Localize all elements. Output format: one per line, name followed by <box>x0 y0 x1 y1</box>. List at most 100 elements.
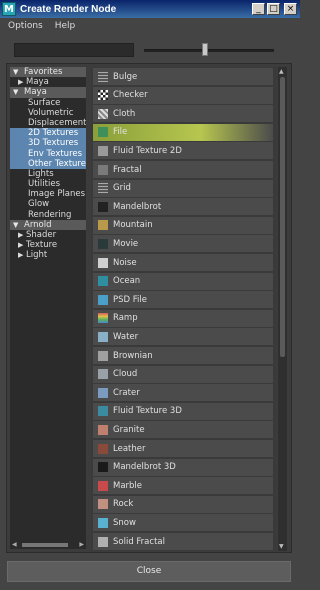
expanded-arrow-icon[interactable]: ▼ <box>13 87 18 97</box>
node-item-ramp[interactable]: Ramp <box>93 309 273 328</box>
node-item-leather[interactable]: Leather <box>93 440 273 458</box>
ramp-icon <box>98 313 108 324</box>
node-item-solid-fractal[interactable]: Solid Fractal <box>93 533 273 551</box>
tree-item-maya[interactable]: ▼ Maya <box>10 87 86 98</box>
search-filter-input[interactable] <box>14 43 134 57</box>
tree-item-volumetric[interactable]: Volumetric <box>10 108 86 118</box>
menu-options[interactable]: Options <box>8 21 43 31</box>
tree-item-rendering[interactable]: Rendering <box>10 210 86 220</box>
tree-item-label: Glow <box>28 199 50 210</box>
ocean-icon <box>98 276 108 287</box>
node-item-cloth[interactable]: Cloth <box>93 105 273 124</box>
tree-item-other-textures[interactable]: Other Textures <box>10 158 86 169</box>
collapsed-arrow-icon[interactable]: ▶ <box>18 240 23 250</box>
collapsed-arrow-icon[interactable]: ▶ <box>18 77 23 87</box>
tree-item-label: Arnold <box>24 219 52 230</box>
node-label: Granite <box>113 424 145 435</box>
maya-app-icon: M <box>2 2 16 16</box>
node-item-rock[interactable]: Rock <box>93 495 273 514</box>
tree-horizontal-scrollbar[interactable]: ◀ ▶ <box>10 541 86 549</box>
collapsed-arrow-icon[interactable]: ▶ <box>18 230 23 240</box>
tree-scroll-thumb[interactable] <box>22 543 68 547</box>
node-item-movie[interactable]: Movie <box>93 235 273 254</box>
tree-item-glow[interactable]: Glow <box>10 199 86 209</box>
tree-item-env-textures[interactable]: Env Textures <box>10 148 86 159</box>
tree-item-maya[interactable]: ▶ Maya <box>10 77 86 87</box>
tree-item-light[interactable]: ▶ Light <box>10 250 86 260</box>
list-vertical-scrollbar[interactable]: ▲ ▼ <box>278 67 287 551</box>
node-item-noise[interactable]: Noise <box>93 254 273 272</box>
node-item-marble[interactable]: Marble <box>93 477 273 496</box>
menu-bar: Options Help <box>0 18 300 34</box>
node-item-crater[interactable]: Crater <box>93 384 273 403</box>
node-label: Cloud <box>113 369 138 380</box>
tree-item-shader[interactable]: ▶ Shader <box>10 230 86 240</box>
tree-item-surface[interactable]: Surface <box>10 98 86 108</box>
movie-icon <box>98 238 108 249</box>
node-item-snow[interactable]: Snow <box>93 514 273 533</box>
node-label: Ocean <box>113 276 141 287</box>
tree-item-favorites[interactable]: ▼ Favorites <box>10 67 86 78</box>
checker-icon <box>98 90 108 101</box>
rock-icon <box>98 499 108 510</box>
expanded-arrow-icon[interactable]: ▼ <box>13 67 18 77</box>
node-label: Fluid Texture 2D <box>113 145 182 156</box>
tree-item-3d-textures[interactable]: 3D Textures <box>10 138 86 149</box>
node-label: Snow <box>113 517 136 528</box>
tree-item-label: 3D Textures <box>28 138 79 149</box>
node-item-grid[interactable]: Grid <box>93 179 273 198</box>
node-label: File <box>113 127 128 138</box>
tree-item-label: Env Textures <box>28 148 83 159</box>
node-item-mandelbrot[interactable]: Mandelbrot <box>93 198 273 217</box>
mandelbrot-icon <box>98 201 108 212</box>
node-label: Solid Fractal <box>113 536 165 547</box>
node-item-granite[interactable]: Granite <box>93 421 273 440</box>
node-label: Grid <box>113 183 131 194</box>
tree-item-utilities[interactable]: Utilities <box>10 179 86 189</box>
node-label: Rock <box>113 499 134 510</box>
list-scroll-thumb[interactable] <box>280 77 285 357</box>
window-title: Create Render Node <box>20 3 117 15</box>
scroll-right-arrow-icon[interactable]: ▶ <box>79 541 84 548</box>
mandelbrot-3d-icon <box>98 462 108 473</box>
node-item-fluid-texture-2d[interactable]: Fluid Texture 2D <box>93 142 273 161</box>
bulge-icon <box>98 71 108 82</box>
tree-item-2d-textures[interactable]: 2D Textures <box>10 128 86 139</box>
node-label: Bulge <box>113 71 138 82</box>
node-item-bulge[interactable]: Bulge <box>93 68 273 86</box>
node-item-psd-file[interactable]: PSD File <box>93 291 273 310</box>
node-item-ocean[interactable]: Ocean <box>93 272 273 291</box>
scroll-down-arrow-icon[interactable]: ▼ <box>279 543 284 550</box>
snow-icon <box>98 517 108 528</box>
scroll-up-arrow-icon[interactable]: ▲ <box>279 68 284 75</box>
noise-icon <box>98 257 108 268</box>
tree-item-label: Maya <box>26 77 49 88</box>
icon-size-slider-handle[interactable] <box>202 43 208 56</box>
icon-size-slider-track[interactable] <box>144 49 274 52</box>
tree-item-arnold[interactable]: ▼ Arnold <box>10 219 86 230</box>
menu-help[interactable]: Help <box>55 21 76 31</box>
node-item-cloud[interactable]: Cloud <box>93 365 273 384</box>
node-item-mountain[interactable]: Mountain <box>93 216 273 235</box>
expanded-arrow-icon[interactable]: ▼ <box>13 220 18 230</box>
tree-item-displacement[interactable]: Displacement <box>10 118 86 128</box>
tree-item-image-planes[interactable]: Image Planes <box>10 189 86 199</box>
close-window-button[interactable]: × <box>284 3 297 15</box>
solid-fractal-icon <box>98 536 108 547</box>
node-item-checker[interactable]: Checker <box>93 86 273 105</box>
node-item-water[interactable]: Water <box>93 328 273 347</box>
tree-item-label: Other Textures <box>28 158 86 169</box>
collapsed-arrow-icon[interactable]: ▶ <box>18 250 23 260</box>
scroll-left-arrow-icon[interactable]: ◀ <box>12 541 17 548</box>
node-item-fractal[interactable]: Fractal <box>93 161 273 179</box>
close-button[interactable]: Close <box>7 561 291 582</box>
node-item-fluid-texture-3d[interactable]: Fluid Texture 3D <box>93 402 273 421</box>
node-item-mandelbrot-3d[interactable]: Mandelbrot 3D <box>93 458 273 477</box>
node-item-brownian[interactable]: Brownian <box>93 347 273 365</box>
maximize-button[interactable]: □ <box>267 3 280 15</box>
node-item-file[interactable]: File <box>93 123 273 142</box>
tree-item-lights[interactable]: Lights <box>10 169 86 179</box>
tree-item-texture[interactable]: ▶ Texture <box>10 240 86 250</box>
node-label: Mandelbrot 3D <box>113 462 176 473</box>
minimize-button[interactable]: _ <box>252 3 265 15</box>
